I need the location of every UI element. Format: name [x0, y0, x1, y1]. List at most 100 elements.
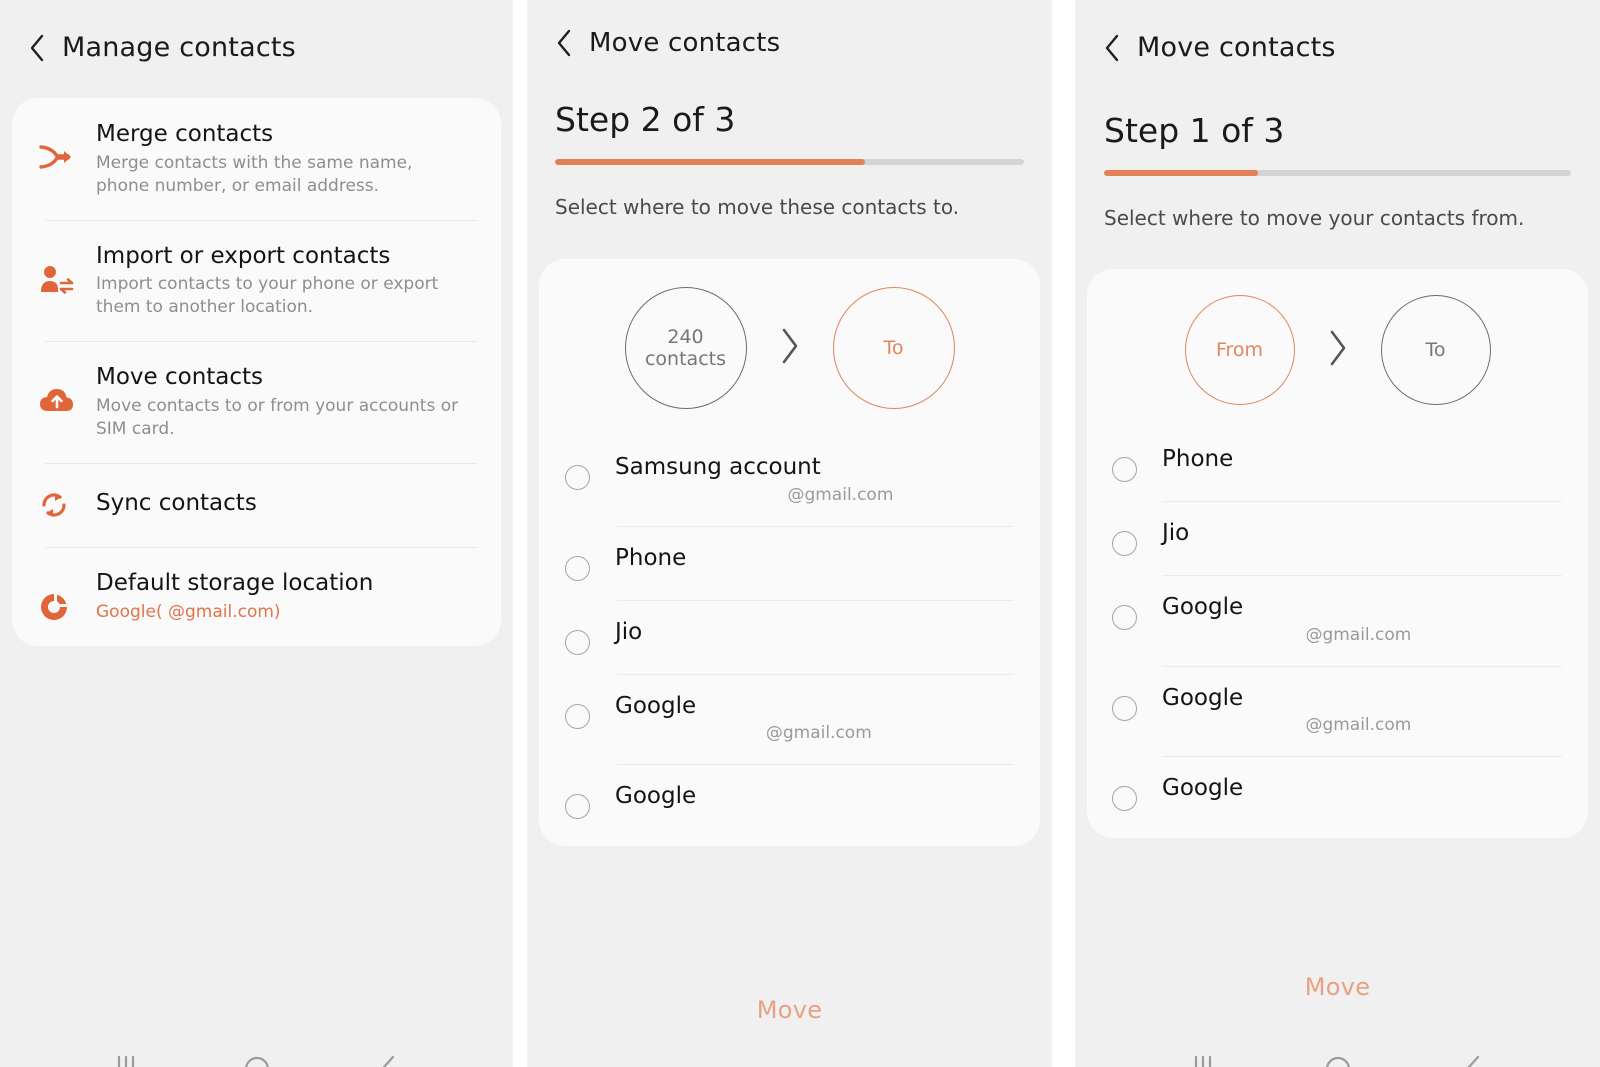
account-email: @gmail.com	[701, 723, 872, 744]
transfer-bubbles: 240 contacts To	[539, 259, 1040, 435]
account-name: Jio	[615, 618, 643, 645]
move-button[interactable]: Move	[1075, 973, 1600, 1001]
to-bubble[interactable]: To	[1380, 295, 1491, 405]
setting-value: Google( @gmail.com)	[96, 601, 281, 622]
setting-texts: Merge contacts Merge contacts with the s…	[96, 120, 477, 198]
setting-item-sync-contacts[interactable]: Sync contacts	[12, 462, 501, 547]
step-progress-fill	[1104, 170, 1259, 176]
android-nav-bar	[0, 1045, 513, 1067]
setting-item-default-storage-location[interactable]: Default storage location Google( @gmail.…	[12, 546, 501, 646]
home-circle-icon[interactable]	[242, 1045, 272, 1067]
step-progress-bar	[1104, 170, 1571, 176]
list-item[interactable]: Google @gmail.com	[539, 673, 1040, 765]
step-title: Step 1 of 3	[1104, 111, 1285, 150]
account-texts: Google @gmail.com	[1162, 684, 1562, 739]
manage-contacts-screen: Manage contacts Merge contacts Merge con…	[0, 0, 513, 1067]
account-name: Google	[1162, 775, 1244, 802]
list-item[interactable]: Google	[1087, 756, 1588, 830]
to-bubble-label: To	[883, 337, 904, 359]
wizard-header: Step 1 of 3 Select where to move your co…	[1075, 111, 1600, 230]
home-circle-icon[interactable]	[1323, 1045, 1353, 1067]
account-list: Samsung account @gmail.com Phone Jio Goo…	[539, 435, 1040, 840]
list-item[interactable]: Phone	[539, 525, 1040, 600]
merge-arrows-icon	[38, 120, 96, 172]
move-selection-card: From To Phone Jio Google @gmail.com Goog…	[1087, 269, 1588, 839]
recents-icon[interactable]	[1188, 1045, 1218, 1067]
account-email: @gmail.com	[1246, 715, 1412, 736]
account-name: Samsung account	[615, 454, 821, 480]
panel-divider	[1052, 0, 1075, 1067]
account-name: Phone	[615, 544, 687, 571]
setting-subtitle: Move contacts to or from your accounts o…	[96, 396, 459, 439]
account-texts: Jio	[615, 618, 1014, 647]
account-name: Phone	[1162, 446, 1234, 472]
account-texts: Google	[615, 782, 1014, 811]
radio-button[interactable]	[539, 618, 615, 655]
chevron-left-icon[interactable]	[553, 28, 575, 58]
radio-button[interactable]	[1087, 684, 1162, 721]
setting-title: Merge contacts	[96, 121, 274, 147]
settings-card: Merge contacts Merge contacts with the s…	[12, 98, 501, 646]
chevron-left-icon[interactable]	[1101, 33, 1123, 63]
account-name: Google	[1162, 684, 1244, 711]
setting-title: Move contacts	[96, 364, 264, 391]
radio-button[interactable]	[539, 544, 615, 581]
list-item[interactable]: Google @gmail.com	[1087, 665, 1588, 757]
move-button-label: Move	[1304, 973, 1371, 1001]
list-item[interactable]: Google @gmail.com	[1087, 575, 1588, 666]
list-item[interactable]: Jio	[1087, 501, 1588, 575]
wizard-header: Step 2 of 3 Select where to move these c…	[527, 100, 1052, 219]
app-bar: Move contacts	[1075, 0, 1600, 95]
account-list: Phone Jio Google @gmail.com Google @gmai…	[1087, 427, 1588, 832]
chevron-left-icon[interactable]	[26, 33, 48, 63]
panel-divider	[513, 0, 527, 1067]
chevron-right-icon	[1325, 325, 1351, 375]
list-item[interactable]: Jio	[539, 599, 1040, 674]
setting-texts: Move contacts Move contacts to or from y…	[96, 363, 477, 441]
setting-item-move-contacts[interactable]: Move contacts Move contacts to or from y…	[12, 341, 501, 463]
setting-texts: Default storage location Google( @gmail.…	[96, 569, 477, 624]
nav-back-icon[interactable]	[1458, 1045, 1488, 1067]
account-texts: Google @gmail.com	[615, 692, 1014, 747]
from-bubble[interactable]: 240 contacts	[624, 287, 747, 409]
from-bubble-label: From	[1215, 339, 1264, 361]
step-description: Select where to move these contacts to.	[555, 195, 960, 219]
import-export-contact-icon	[38, 242, 96, 296]
account-texts: Samsung account @gmail.com	[615, 453, 1014, 508]
step-description: Select where to move your contacts from.	[1104, 206, 1525, 230]
step-progress-bar	[555, 159, 1024, 165]
nav-back-icon[interactable]	[373, 1045, 403, 1067]
list-item[interactable]: Samsung account @gmail.com	[539, 435, 1040, 526]
radio-button[interactable]	[1087, 519, 1162, 556]
account-texts: Phone	[1162, 445, 1562, 474]
radio-button[interactable]	[539, 453, 615, 490]
list-item[interactable]: Google	[539, 764, 1040, 838]
radio-button[interactable]	[539, 782, 615, 820]
setting-title: Import or export contacts	[96, 242, 391, 269]
app-bar: Move contacts	[527, 0, 1052, 86]
move-contacts-step2-screen: Move contacts Step 2 of 3 Select where t…	[527, 0, 1052, 1067]
radio-button[interactable]	[1087, 774, 1162, 812]
from-bubble[interactable]: From	[1184, 295, 1295, 405]
setting-item-merge-contacts[interactable]: Merge contacts Merge contacts with the s…	[12, 98, 501, 220]
chevron-right-icon	[777, 323, 803, 373]
page-title: Move contacts	[589, 28, 781, 58]
step-title: Step 2 of 3	[555, 100, 736, 139]
recents-icon[interactable]	[111, 1045, 141, 1067]
list-item[interactable]: Phone	[1087, 427, 1588, 501]
radio-button[interactable]	[539, 692, 615, 729]
setting-texts: Import or export contacts Import contact…	[96, 242, 477, 320]
from-bubble-label: 240 contacts	[644, 326, 726, 370]
to-bubble[interactable]: To	[832, 287, 955, 409]
radio-button[interactable]	[1087, 445, 1162, 482]
sync-icon	[38, 489, 96, 521]
app-bar: Manage contacts	[0, 0, 513, 95]
account-texts: Phone	[615, 544, 1014, 573]
cloud-upload-icon	[38, 363, 96, 415]
move-button[interactable]: Move	[527, 996, 1052, 1024]
setting-item-import-export-contacts[interactable]: Import or export contacts Import contact…	[12, 219, 501, 342]
move-contacts-step1-screen: Move contacts Step 1 of 3 Select where t…	[1075, 0, 1600, 1067]
radio-button[interactable]	[1087, 593, 1162, 630]
page-title: Manage contacts	[62, 32, 296, 63]
account-email: @gmail.com	[701, 484, 894, 505]
